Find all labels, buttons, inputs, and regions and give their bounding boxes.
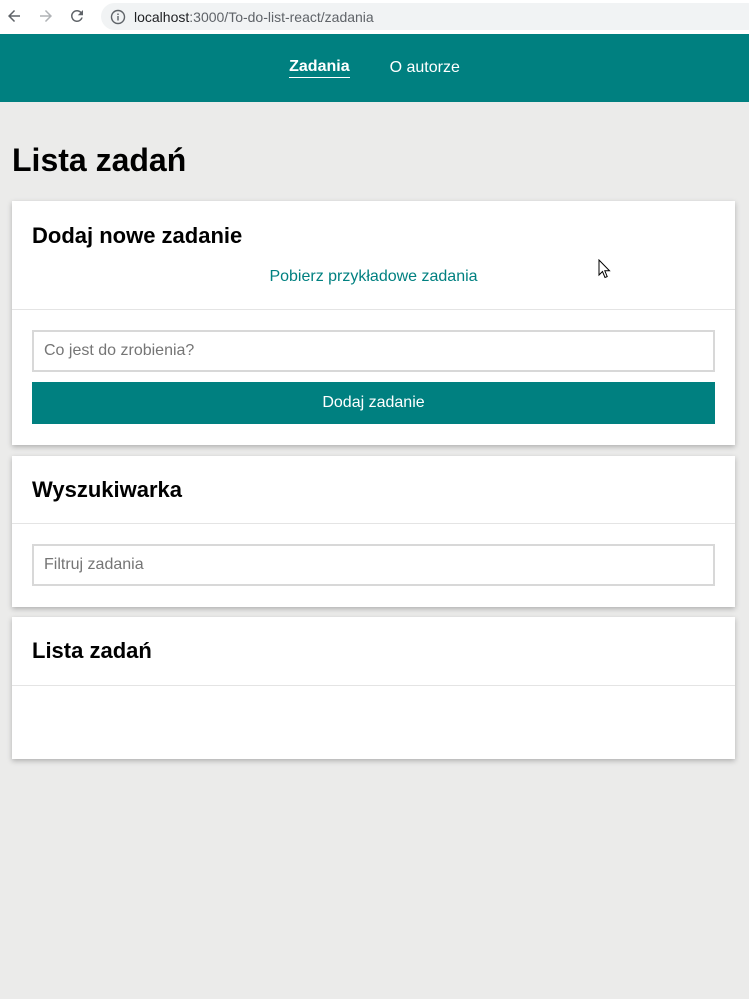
forward-arrow-icon[interactable] bbox=[35, 5, 57, 27]
search-section: Wyszukiwarka bbox=[12, 456, 735, 607]
url-path: :3000/To-do-list-react/zadania bbox=[189, 8, 374, 25]
task-list-section: Lista zadań bbox=[12, 617, 735, 759]
search-heading: Wyszukiwarka bbox=[32, 477, 183, 502]
url-host: localhost bbox=[134, 8, 190, 25]
new-task-input[interactable] bbox=[32, 330, 715, 372]
info-icon[interactable] bbox=[110, 9, 126, 25]
reload-icon[interactable] bbox=[66, 5, 88, 27]
page-title: Lista zadań bbox=[12, 142, 187, 178]
address-bar[interactable]: localhost:3000/To-do-list-react/zadania bbox=[101, 3, 749, 30]
back-arrow-icon[interactable] bbox=[3, 5, 25, 27]
main-navigation: Zadania O autorze bbox=[0, 34, 749, 102]
section-header: Lista zadań bbox=[12, 617, 735, 686]
section-header: Dodaj nowe zadanie Pobierz przykładowe z… bbox=[12, 201, 735, 310]
add-task-section: Dodaj nowe zadanie Pobierz przykładowe z… bbox=[12, 201, 735, 445]
nav-link-zadania[interactable]: Zadania bbox=[289, 58, 350, 78]
task-list-body bbox=[12, 686, 735, 726]
task-list-heading: Lista zadań bbox=[32, 638, 152, 663]
browser-toolbar: localhost:3000/To-do-list-react/zadania bbox=[0, 0, 749, 34]
fetch-sample-tasks-button[interactable]: Pobierz przykładowe zadania bbox=[12, 268, 735, 286]
mouse-cursor-icon bbox=[598, 258, 612, 279]
section-header: Wyszukiwarka bbox=[12, 456, 735, 524]
filter-tasks-input[interactable] bbox=[32, 544, 715, 586]
add-task-button[interactable]: Dodaj zadanie bbox=[32, 382, 715, 424]
add-task-heading: Dodaj nowe zadanie bbox=[32, 223, 243, 248]
search-body bbox=[12, 524, 735, 606]
add-task-form: Dodaj zadanie bbox=[12, 310, 735, 444]
nav-link-o-autorze[interactable]: O autorze bbox=[390, 59, 460, 78]
